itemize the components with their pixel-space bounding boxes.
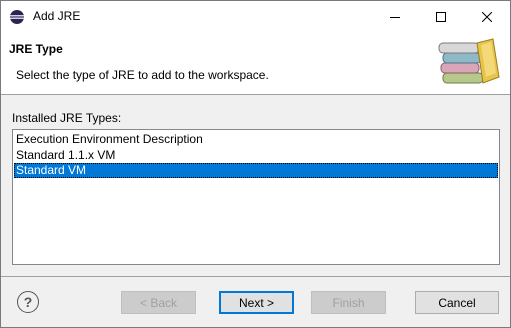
help-button[interactable]: ?	[17, 291, 39, 313]
cancel-button-label: Cancel	[438, 295, 476, 310]
list-item-standard-vm[interactable]: Standard VM	[14, 163, 498, 178]
window-title: Add JRE	[33, 9, 81, 23]
add-jre-dialog: Add JRE JRE Type Select the type of JRE …	[0, 0, 511, 328]
back-button[interactable]: < Back	[121, 291, 196, 314]
finish-button-label: Finish	[332, 295, 365, 310]
back-button-label: < Back	[139, 295, 178, 310]
title-bar[interactable]: Add JRE	[1, 1, 510, 32]
books-icon	[438, 38, 500, 84]
minimize-icon	[390, 16, 400, 18]
wizard-banner: JRE Type Select the type of JRE to add t…	[1, 32, 510, 95]
close-icon	[482, 11, 492, 22]
list-item-execution-environment[interactable]: Execution Environment Description	[14, 132, 498, 147]
finish-button[interactable]: Finish	[311, 291, 386, 314]
minimize-button[interactable]	[372, 1, 418, 32]
maximize-icon	[436, 11, 446, 22]
jre-types-list[interactable]: Execution Environment Description Standa…	[12, 129, 500, 265]
page-description: Select the type of JRE to add to the wor…	[16, 68, 269, 82]
next-button-label: Next >	[238, 295, 274, 310]
help-icon: ?	[23, 294, 33, 310]
list-item-standard-11x-vm[interactable]: Standard 1.1.x VM	[14, 148, 498, 163]
next-button[interactable]: Next >	[219, 291, 294, 314]
close-button[interactable]	[464, 1, 510, 32]
button-bar-divider	[1, 276, 510, 277]
cancel-button[interactable]: Cancel	[415, 291, 499, 314]
page-title: JRE Type	[9, 42, 63, 56]
maximize-button[interactable]	[418, 1, 464, 32]
installed-jre-types-label: Installed JRE Types:	[12, 111, 122, 125]
eclipse-icon	[10, 10, 24, 24]
